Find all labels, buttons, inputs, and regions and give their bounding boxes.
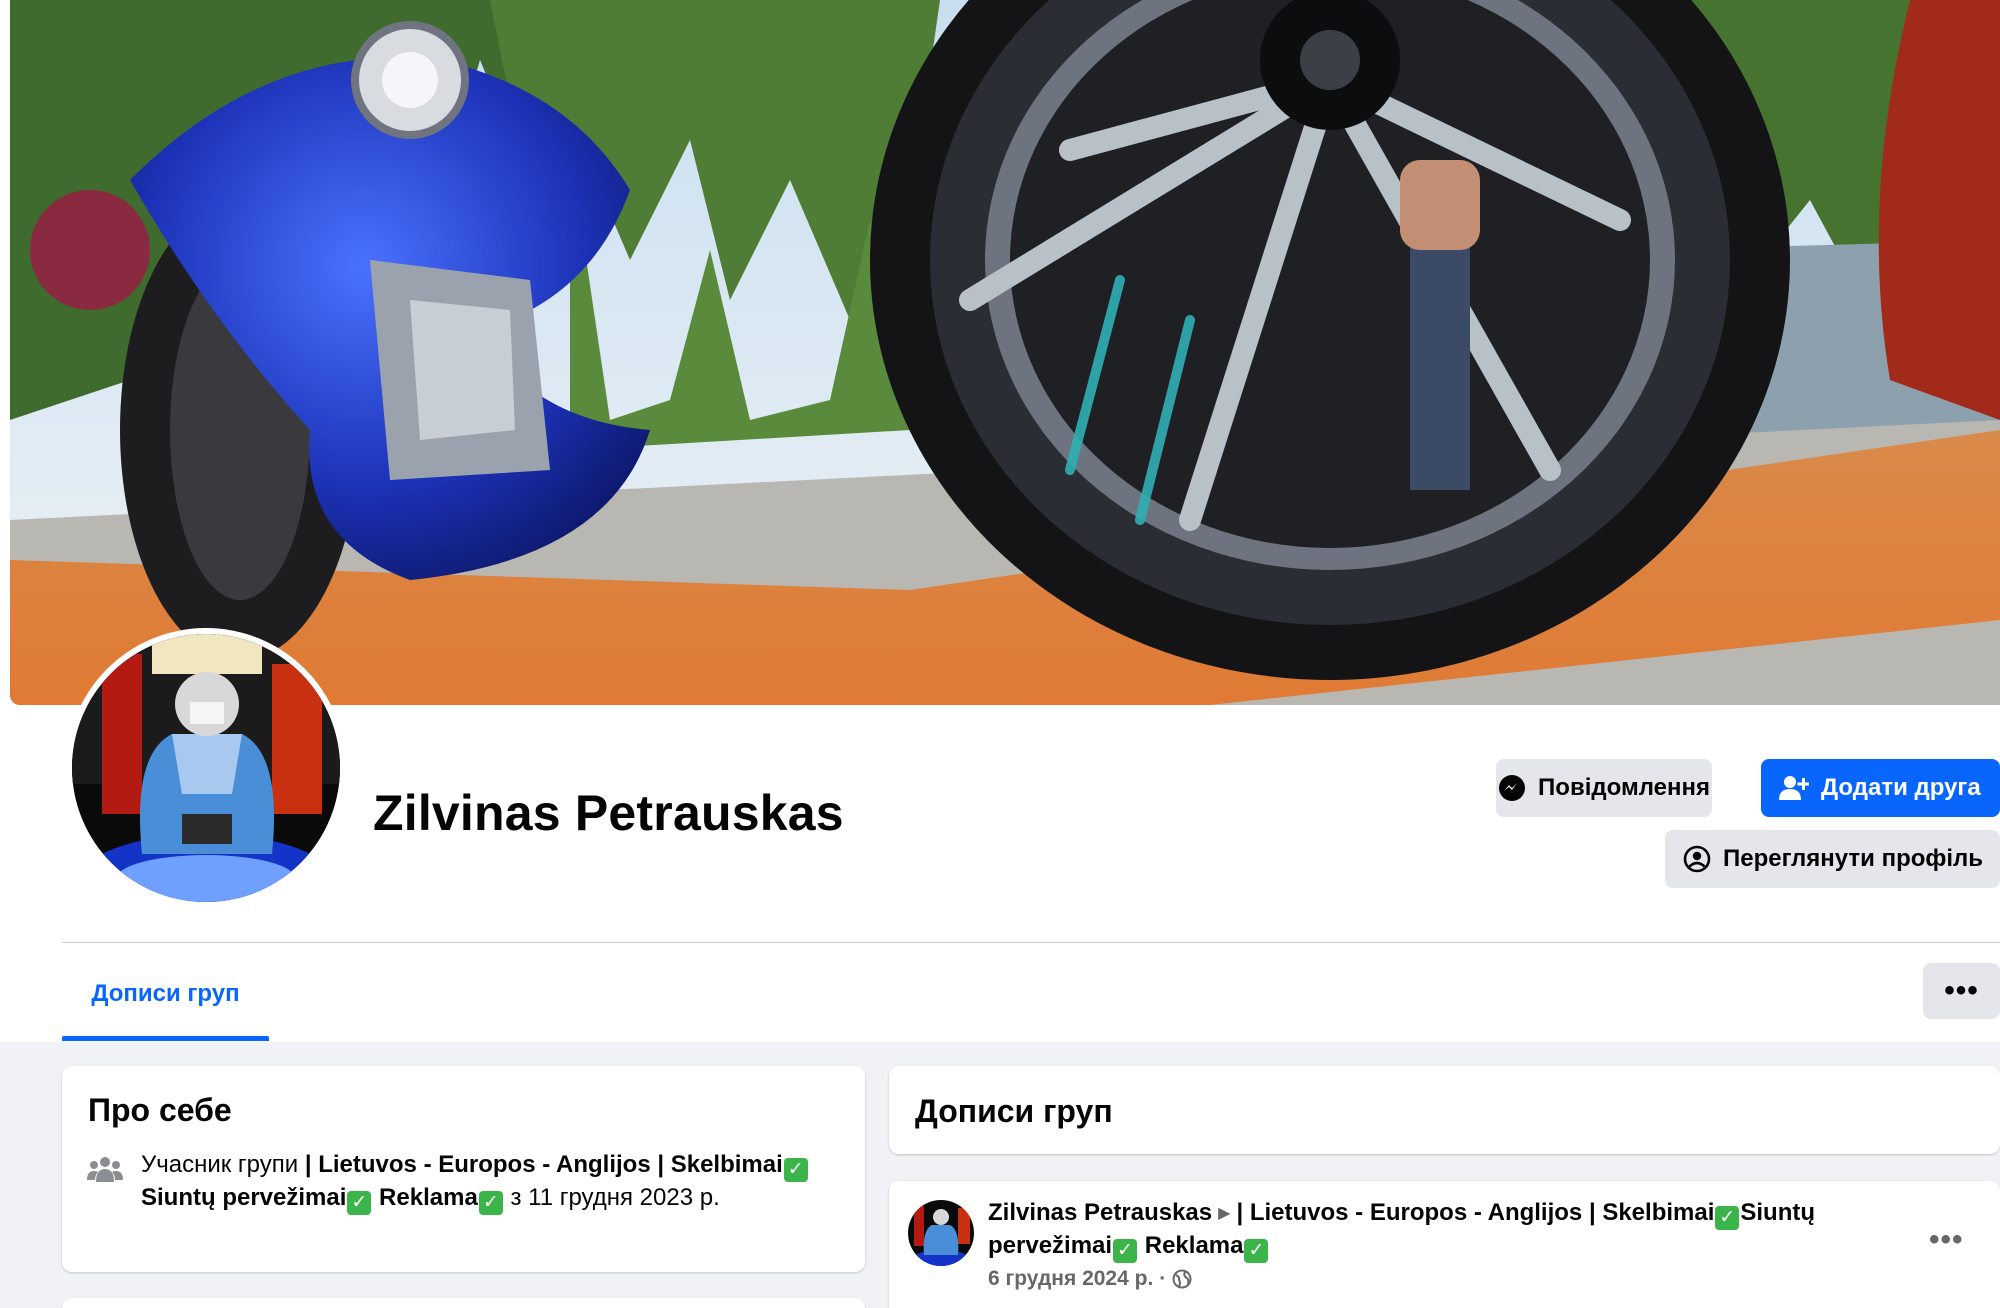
meta-separator: ·	[1159, 1267, 1167, 1290]
post-date[interactable]: 6 грудня 2024 р.	[988, 1267, 1153, 1291]
post-group-part3: Reklama	[1138, 1232, 1244, 1259]
caret-right-icon: ▶	[1218, 1205, 1231, 1222]
group-posts-card: Дописи груп	[889, 1066, 2000, 1154]
globe-icon[interactable]	[1172, 1269, 1192, 1289]
user-circle-icon	[1683, 845, 1711, 873]
group-icon	[87, 1157, 123, 1182]
check-mark-icon: ✓	[347, 1191, 372, 1215]
post-header: Zilvinas Petrauskas ▶ | Lietuvos - Europos…	[988, 1197, 1888, 1263]
add-friend-button[interactable]: Додати друга	[1761, 759, 2000, 817]
add-friend-label: Додати друга	[1821, 774, 1981, 801]
view-profile-button[interactable]: Переглянути профіль	[1665, 830, 2000, 888]
about-group-name-part2: Siuntų pervežimai	[141, 1184, 347, 1211]
check-mark-icon: ✓	[1244, 1239, 1269, 1263]
next-card	[62, 1298, 865, 1308]
messenger-icon	[1499, 775, 1526, 801]
post-author[interactable]: Zilvinas Petrauskas	[988, 1199, 1212, 1226]
about-membership-text: Учасник групи | Lietuvos - Europos - Ang…	[141, 1149, 821, 1215]
ellipsis-icon: •••	[1929, 1223, 1964, 1256]
about-title: Про себе	[88, 1092, 232, 1128]
tab-group-posts[interactable]: Дописи груп	[62, 945, 269, 1042]
post-options-button[interactable]: •••	[1929, 1225, 1964, 1255]
message-button-label: Повідомлення	[1538, 774, 1710, 801]
post-meta: 6 грудня 2024 р. ·	[988, 1267, 1192, 1291]
header-divider	[62, 942, 2000, 943]
message-button[interactable]: Повідомлення	[1496, 759, 1712, 817]
about-group-name-part3: Reklama	[372, 1184, 478, 1211]
tab-active-indicator	[62, 1036, 269, 1041]
profile-more-button[interactable]: •••	[1923, 963, 2000, 1019]
post-author-avatar[interactable]	[908, 1200, 974, 1266]
about-card: Про себе Учасник групи | Lietuvos - Euro…	[62, 1066, 865, 1272]
check-mark-icon: ✓	[783, 1158, 808, 1182]
about-prefix: Учасник групи	[141, 1151, 305, 1178]
check-mark-icon: ✓	[478, 1191, 503, 1215]
profile-avatar[interactable]	[66, 628, 346, 908]
profile-page: Zilvinas Petrauskas Повідомлення Додати …	[0, 0, 2000, 1308]
post-card: Zilvinas Petrauskas ▶ | Lietuvos - Europos…	[889, 1181, 2000, 1308]
profile-header: Zilvinas Petrauskas Повідомлення Додати …	[0, 0, 2000, 1042]
group-posts-title: Дописи груп	[915, 1093, 1113, 1129]
cover-photo[interactable]	[10, 0, 2000, 705]
view-profile-label: Переглянути профіль	[1723, 845, 1984, 872]
profile-name: Zilvinas Petrauskas	[373, 785, 844, 841]
ellipsis-icon: •••	[1944, 974, 1979, 1007]
about-group-name-part1: | Lietuvos - Europos - Anglijos | Skelbi…	[304, 1151, 783, 1178]
add-friend-icon	[1779, 776, 1809, 800]
check-mark-icon: ✓	[1113, 1239, 1138, 1263]
about-since: з 11 грудня 2023 р.	[503, 1184, 720, 1211]
tab-group-posts-label: Дописи груп	[91, 979, 240, 1007]
post-group-part1: | Lietuvos - Europos - Anglijos | Skelbi…	[1236, 1199, 1715, 1226]
check-mark-icon: ✓	[1715, 1206, 1740, 1230]
